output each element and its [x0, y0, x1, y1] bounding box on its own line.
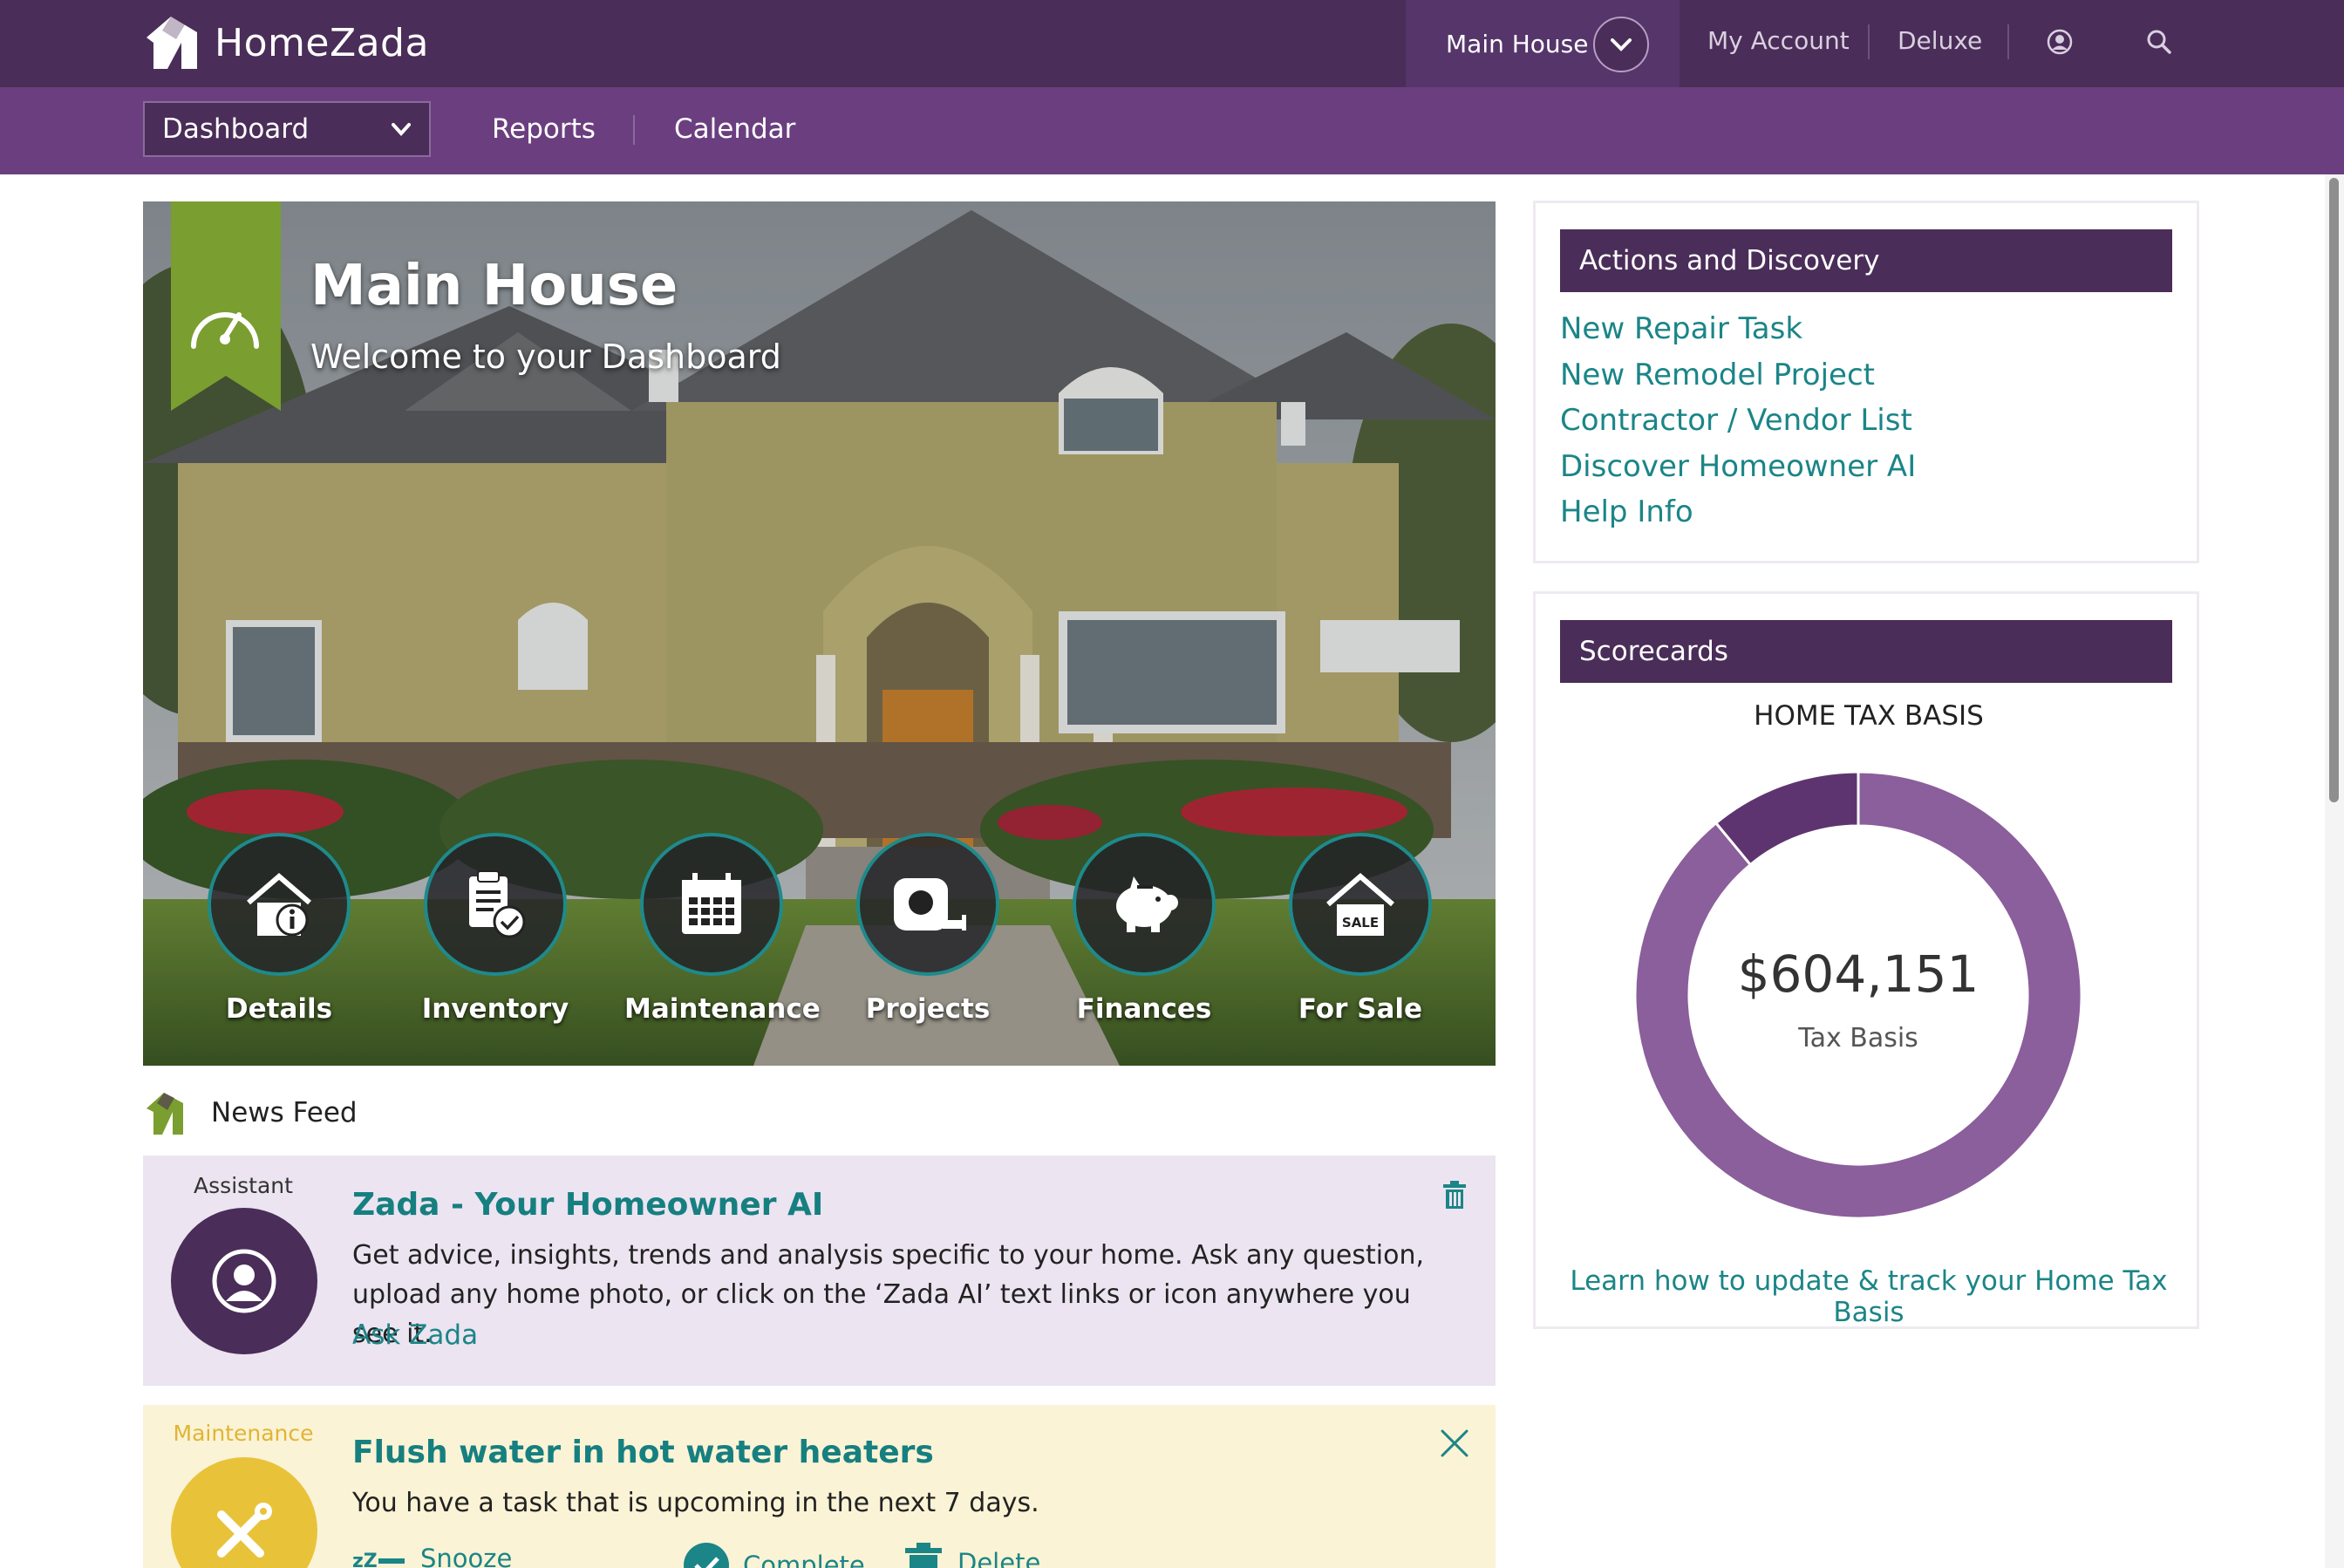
- card-category: Assistant: [194, 1173, 293, 1198]
- tile-for-sale-circle: SALE: [1289, 833, 1432, 976]
- tax-basis-help-link[interactable]: Learn how to update & track your Home Ta…: [1536, 1265, 2202, 1328]
- news-card-maintenance: Maintenance Flush water in hot water hea…: [143, 1405, 1496, 1568]
- actions-panel-title: Actions and Discovery: [1560, 229, 2172, 292]
- tile-for-sale[interactable]: SALE For Sale: [1273, 833, 1448, 1033]
- tape-measure-icon: [894, 878, 966, 931]
- card-title[interactable]: Zada - Your Homeowner AI: [352, 1187, 823, 1223]
- tile-details-circle: [208, 833, 351, 976]
- action-new-repair-task[interactable]: New Repair Task: [1560, 311, 1802, 346]
- chart-title: HOME TAX BASIS: [1754, 700, 1984, 732]
- card-body: You have a task that is upcoming in the …: [352, 1488, 1039, 1518]
- action-help-info[interactable]: Help Info: [1560, 494, 1693, 529]
- homezada-logo-icon: [146, 17, 197, 69]
- avatar: [171, 1457, 317, 1568]
- nav-reports[interactable]: Reports: [492, 113, 596, 145]
- snooze-label: Snooze: [420, 1544, 513, 1568]
- hero-title: Main House: [310, 254, 678, 318]
- property-name: Main House: [1446, 29, 1589, 58]
- news-card-assistant: Assistant Zada - Your Homeowner AI Get a…: [143, 1156, 1496, 1386]
- ask-zada-link[interactable]: Ask Zada: [352, 1319, 478, 1351]
- chevron-down-icon: [392, 123, 411, 136]
- divider: [2007, 24, 2009, 59]
- tile-projects[interactable]: Projects: [841, 833, 1015, 1033]
- tile-finances[interactable]: Finances: [1057, 833, 1231, 1033]
- tax-basis-value: $604,151: [1737, 944, 1979, 1004]
- house-info-icon: [247, 873, 311, 937]
- property-switcher[interactable]: Main House: [1406, 0, 1680, 87]
- scorecards-panel: Scorecards HOME TAX BASIS $604,151 Tax B…: [1533, 591, 2199, 1329]
- tile-inventory-label: Inventory: [421, 993, 569, 1025]
- plan-link[interactable]: Deluxe: [1898, 26, 1982, 55]
- hero-subtitle: Welcome to your Dashboard: [310, 337, 781, 376]
- hero-banner: Main House Welcome to your Dashboard Det…: [143, 201, 1496, 1066]
- complete-label: Complete: [743, 1551, 865, 1568]
- checkmark-icon: [684, 1543, 729, 1568]
- action-contractor-vendor-list[interactable]: Contractor / Vendor List: [1560, 403, 1912, 438]
- action-new-remodel-project[interactable]: New Remodel Project: [1560, 358, 1875, 392]
- chevron-down-icon[interactable]: [1593, 17, 1649, 72]
- card-category: Maintenance: [173, 1421, 314, 1446]
- avatar: [171, 1208, 317, 1354]
- trash-icon[interactable]: [1437, 1178, 1472, 1213]
- tile-details-label: Details: [225, 993, 333, 1025]
- scorecards-title: Scorecards: [1560, 620, 2172, 683]
- scrollbar-thumb[interactable]: [2329, 178, 2339, 802]
- logo-text: HomeZada: [215, 20, 429, 65]
- calendar-icon: [682, 873, 741, 934]
- dashboard-select[interactable]: Dashboard: [143, 101, 431, 157]
- homezada-leaf-icon: [146, 1093, 183, 1135]
- close-icon[interactable]: [1437, 1426, 1472, 1461]
- nav-calendar[interactable]: Calendar: [674, 113, 795, 145]
- user-icon: [212, 1249, 276, 1313]
- donut-slice-1: [1714, 770, 1860, 867]
- my-account-link[interactable]: My Account: [1707, 26, 1850, 55]
- tile-maintenance-circle: [640, 833, 783, 976]
- delete-label: Delete: [957, 1548, 1041, 1568]
- tile-projects-circle: [856, 833, 999, 976]
- tile-projects-label: Projects: [865, 993, 991, 1025]
- svg-text:zZ: zZ: [352, 1551, 378, 1568]
- snooze-button[interactable]: zZ Snooze: [352, 1541, 512, 1568]
- news-feed-header: News Feed: [143, 1088, 358, 1137]
- news-feed-title: News Feed: [211, 1097, 358, 1128]
- card-body: Get advice, insights, trends and analysi…: [352, 1240, 1425, 1349]
- tile-inventory-circle: [424, 833, 567, 976]
- clipboard-check-icon: [469, 870, 526, 938]
- tile-maintenance[interactable]: Maintenance: [624, 833, 821, 1033]
- house-sale-icon: SALE: [1326, 873, 1394, 936]
- user-icon[interactable]: [2042, 24, 2077, 59]
- tile-finances-circle: [1073, 833, 1216, 976]
- divider: [1868, 24, 1870, 59]
- divider: [633, 115, 635, 145]
- sale-badge: SALE: [1342, 915, 1379, 931]
- delete-button[interactable]: Delete: [902, 1541, 1040, 1568]
- piggy-bank-icon: [1116, 876, 1178, 932]
- logo[interactable]: HomeZada: [141, 12, 429, 73]
- tile-details[interactable]: Details: [192, 833, 366, 1033]
- complete-button[interactable]: Complete: [682, 1541, 865, 1568]
- search-icon[interactable]: [2142, 24, 2177, 59]
- card-title[interactable]: Flush water in hot water heaters: [352, 1435, 934, 1470]
- tile-for-sale-label: For Sale: [1298, 993, 1423, 1025]
- speedometer-icon: [191, 312, 259, 349]
- tile-maintenance-label: Maintenance: [624, 993, 821, 1025]
- tax-basis-label: Tax Basis: [1798, 1023, 1918, 1053]
- tools-icon: [217, 1503, 272, 1558]
- tile-finances-label: Finances: [1076, 993, 1212, 1025]
- tile-inventory[interactable]: Inventory: [408, 833, 583, 1033]
- dashboard-select-label: Dashboard: [162, 113, 310, 145]
- action-discover-homeowner-ai[interactable]: Discover Homeowner AI: [1560, 449, 1916, 484]
- snooze-icon: zZ: [352, 1551, 405, 1568]
- actions-panel: Actions and Discovery New Repair Task Ne…: [1533, 201, 2199, 563]
- trash-icon: [905, 1543, 942, 1568]
